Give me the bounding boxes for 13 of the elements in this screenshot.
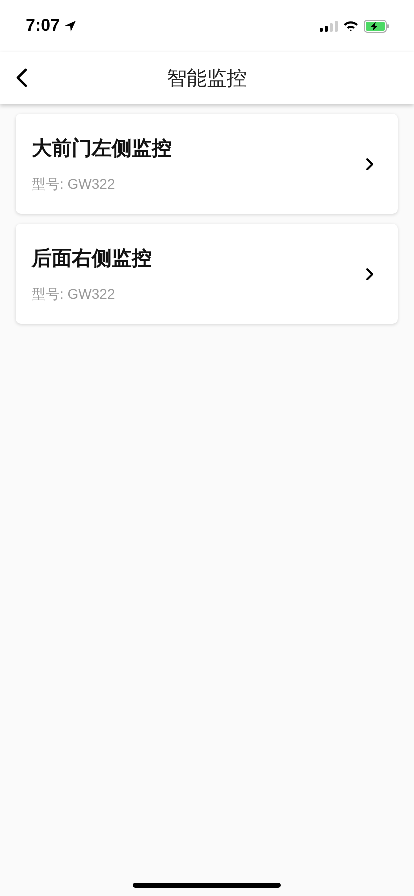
device-model: 型号: GW322	[32, 286, 116, 304]
device-card[interactable]: 大前门左侧监控 型号: GW322	[16, 114, 398, 214]
wifi-icon	[343, 20, 359, 32]
device-card[interactable]: 后面右侧监控 型号: GW322	[16, 224, 398, 324]
status-time: 7:07	[26, 16, 60, 36]
device-model: 型号: GW322	[32, 176, 116, 194]
page-title: 智能监控	[167, 66, 247, 92]
device-name: 大前门左侧监控	[32, 136, 172, 162]
chevron-right-icon	[366, 158, 374, 170]
signal-icon	[320, 20, 338, 32]
location-arrow-icon	[64, 20, 78, 32]
chevron-right-icon	[366, 268, 374, 280]
device-name: 后面右侧监控	[32, 246, 152, 272]
